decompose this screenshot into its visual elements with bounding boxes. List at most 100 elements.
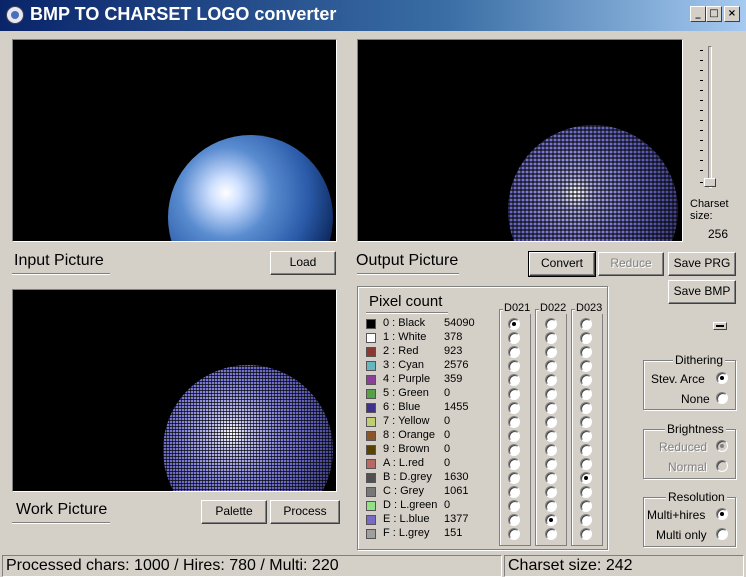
color-name: 4 : Purple bbox=[383, 373, 431, 385]
d022-radio[interactable] bbox=[545, 430, 557, 442]
color-name: 0 : Black bbox=[383, 317, 426, 329]
d021-radio[interactable] bbox=[508, 360, 520, 372]
d023-radio[interactable] bbox=[580, 346, 592, 358]
color-swatch bbox=[366, 445, 376, 455]
dithering-stev-arce-radio[interactable] bbox=[716, 372, 728, 384]
d021-radio[interactable] bbox=[508, 430, 520, 442]
color-count: 923 bbox=[444, 345, 463, 357]
small-toggle[interactable] bbox=[713, 322, 727, 330]
d022-radio[interactable] bbox=[545, 500, 557, 512]
d023-radio[interactable] bbox=[580, 388, 592, 400]
maximize-button[interactable]: □ bbox=[706, 6, 722, 22]
status-charset-size: Charset size: 242 bbox=[504, 555, 744, 577]
window-title: BMP TO CHARSET LOGO converter bbox=[30, 4, 337, 24]
d022-radio[interactable] bbox=[545, 388, 557, 400]
load-button[interactable]: Load bbox=[270, 251, 336, 275]
slider-tick bbox=[700, 140, 703, 141]
d022-radio[interactable] bbox=[545, 332, 557, 344]
color-count: 1455 bbox=[444, 401, 469, 413]
slider-tick bbox=[700, 50, 703, 51]
d022-radio[interactable] bbox=[545, 458, 557, 470]
d021-radio[interactable] bbox=[508, 444, 520, 456]
app-icon[interactable] bbox=[6, 6, 24, 24]
d022-radio[interactable] bbox=[545, 486, 557, 498]
d021-radio[interactable] bbox=[508, 514, 520, 526]
brightness-option-label: Reduced bbox=[659, 440, 708, 454]
color-swatch bbox=[366, 473, 376, 483]
d022-radio[interactable] bbox=[545, 514, 557, 526]
slider-tick bbox=[700, 70, 703, 71]
resolution-multi-hires-radio[interactable] bbox=[716, 508, 728, 520]
d021-radio[interactable] bbox=[508, 500, 520, 512]
d022-radio[interactable] bbox=[545, 346, 557, 358]
save-bmp-button[interactable]: Save BMP bbox=[668, 280, 736, 304]
d022-radio[interactable] bbox=[545, 318, 557, 330]
d021-radio[interactable] bbox=[508, 486, 520, 498]
dithering-option-label: None bbox=[681, 392, 710, 406]
color-count: 1377 bbox=[444, 513, 469, 525]
brightness-normal-radio[interactable] bbox=[716, 460, 728, 472]
d023-radio[interactable] bbox=[580, 500, 592, 512]
d021-radio[interactable] bbox=[508, 318, 520, 330]
d021-header: D021 bbox=[503, 302, 532, 314]
color-name: 5 : Green bbox=[383, 387, 429, 399]
d023-radio[interactable] bbox=[580, 318, 592, 330]
d023-radio[interactable] bbox=[580, 430, 592, 442]
d022-radio[interactable] bbox=[545, 374, 557, 386]
reduce-button[interactable]: Reduce bbox=[598, 252, 664, 276]
d023-radio[interactable] bbox=[580, 458, 592, 470]
status-processed: Processed chars: 1000 / Hires: 780 / Mul… bbox=[2, 555, 502, 577]
charset-slider-thumb[interactable] bbox=[704, 178, 716, 187]
d021-radio[interactable] bbox=[508, 416, 520, 428]
color-count: 0 bbox=[444, 429, 451, 441]
d023-radio[interactable] bbox=[580, 374, 592, 386]
d023-radio[interactable] bbox=[580, 514, 592, 526]
color-count: 2576 bbox=[444, 359, 469, 371]
d022-radio[interactable] bbox=[545, 444, 557, 456]
d023-radio[interactable] bbox=[580, 486, 592, 498]
work-picture-label: Work Picture bbox=[16, 501, 108, 518]
d023-radio[interactable] bbox=[580, 472, 592, 484]
d023-radio[interactable] bbox=[580, 444, 592, 456]
d022-radio[interactable] bbox=[545, 528, 557, 540]
save-prg-button[interactable]: Save PRG bbox=[668, 252, 736, 276]
minimize-button[interactable]: _ bbox=[690, 6, 706, 22]
dithering-none-radio[interactable] bbox=[716, 392, 728, 404]
d022-radio[interactable] bbox=[545, 402, 557, 414]
palette-button[interactable]: Palette bbox=[201, 500, 267, 524]
color-swatch bbox=[366, 515, 376, 525]
d021-radio[interactable] bbox=[508, 346, 520, 358]
d021-radio[interactable] bbox=[508, 458, 520, 470]
d021-radio[interactable] bbox=[508, 374, 520, 386]
d022-radio[interactable] bbox=[545, 360, 557, 372]
color-name: 6 : Blue bbox=[383, 401, 421, 413]
slider-tick bbox=[700, 110, 703, 111]
color-swatch bbox=[366, 333, 376, 343]
output-picture bbox=[357, 39, 683, 242]
color-name: 8 : Orange bbox=[383, 429, 435, 441]
color-count: 151 bbox=[444, 527, 463, 539]
charset-slider-track[interactable] bbox=[708, 46, 712, 188]
color-name: D : L.green bbox=[383, 499, 438, 511]
d023-radio[interactable] bbox=[580, 360, 592, 372]
convert-button[interactable]: Convert bbox=[528, 251, 596, 277]
d023-radio[interactable] bbox=[580, 528, 592, 540]
d023-radio[interactable] bbox=[580, 402, 592, 414]
brightness-reduced-radio[interactable] bbox=[716, 440, 728, 452]
color-count: 0 bbox=[444, 415, 451, 427]
resolution-multi-only-radio[interactable] bbox=[716, 528, 728, 540]
d023-radio[interactable] bbox=[580, 332, 592, 344]
divider bbox=[366, 312, 448, 314]
d022-radio[interactable] bbox=[545, 472, 557, 484]
process-button[interactable]: Process bbox=[270, 500, 340, 524]
close-button[interactable]: × bbox=[724, 6, 740, 22]
color-count: 378 bbox=[444, 331, 463, 343]
d021-radio[interactable] bbox=[508, 332, 520, 344]
d021-radio[interactable] bbox=[508, 388, 520, 400]
d023-radio[interactable] bbox=[580, 416, 592, 428]
input-picture bbox=[12, 39, 337, 242]
d021-radio[interactable] bbox=[508, 472, 520, 484]
d022-radio[interactable] bbox=[545, 416, 557, 428]
d021-radio[interactable] bbox=[508, 402, 520, 414]
d021-radio[interactable] bbox=[508, 528, 520, 540]
